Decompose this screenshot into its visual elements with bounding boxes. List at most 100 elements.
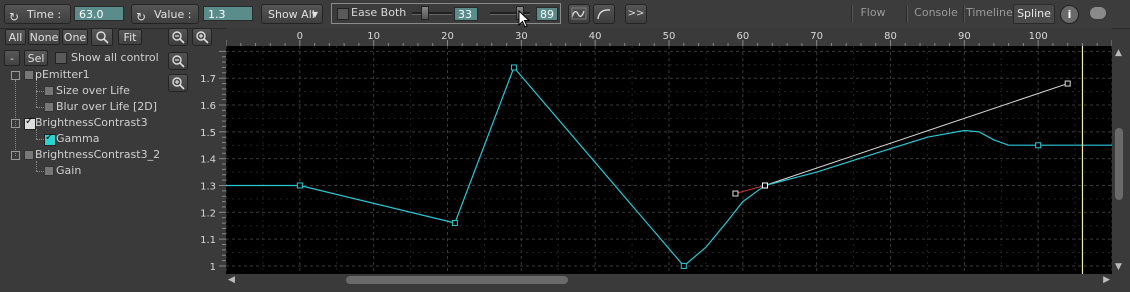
y-tick-label: 1.7: [200, 74, 216, 85]
value-field[interactable]: 1.3: [203, 6, 253, 21]
collapse-button[interactable]: -: [4, 50, 20, 66]
tree-expand-box[interactable]: [11, 71, 20, 80]
zoom-in-vertical-icon[interactable]: [168, 74, 188, 92]
zoom-in-icon[interactable]: [192, 28, 212, 46]
x-tick-label: 0: [297, 31, 303, 42]
ease-out-value[interactable]: 89: [536, 7, 558, 21]
zoom-out-icon[interactable]: [168, 28, 188, 46]
spline-graph[interactable]: [226, 46, 1112, 274]
tab-console[interactable]: Console: [913, 4, 959, 24]
tangent-handle: [1064, 80, 1071, 87]
tree-item-checkbox[interactable]: [24, 70, 34, 80]
forward-button[interactable]: >>: [625, 4, 647, 24]
tree-expand-box[interactable]: [11, 151, 20, 160]
x-tick-label: 60: [736, 31, 749, 42]
scroll-right-icon[interactable]: ▶: [1103, 275, 1110, 285]
tree-item-checkbox[interactable]: [44, 166, 54, 176]
tree-connector: [36, 91, 44, 92]
tree-item-size-over-life[interactable]: Size over Life: [56, 83, 130, 99]
vertical-scrollbar[interactable]: ▲ ▼: [1112, 46, 1126, 274]
x-tick-label: 10: [367, 31, 380, 42]
tab-timeline[interactable]: Timeline: [966, 4, 1013, 24]
time-button[interactable]: ↻ Time :: [4, 4, 71, 24]
chat-bubble-icon[interactable]: [1090, 7, 1106, 19]
x-tick-label: 50: [663, 31, 676, 42]
toolbar: ↻ Time : 63.0 ↻ Value : 1.3 Show All ▼ E…: [0, 0, 1130, 29]
tree-expand-box[interactable]: [11, 119, 20, 128]
y-tick-label: 1.3: [200, 181, 216, 192]
all-button[interactable]: All: [5, 29, 26, 45]
refresh-icon: ↻: [136, 10, 147, 24]
show-all-label: Show All: [268, 8, 315, 21]
chevron-down-icon: ▼: [311, 10, 318, 19]
y-tick-label: 1.6: [200, 101, 216, 112]
show-all-dropdown[interactable]: Show All ▼: [261, 4, 323, 24]
value-label: Value :: [154, 8, 192, 21]
tree-item-checkbox[interactable]: [24, 150, 34, 160]
time-field[interactable]: 63.0: [74, 6, 124, 21]
tab-separator: [906, 5, 908, 23]
ease-in-slider-track[interactable]: [412, 12, 452, 15]
x-tick-label: 40: [589, 31, 602, 42]
horizontal-scrollbar[interactable]: ◀ ▶: [226, 274, 1112, 286]
y-tick-label: 1: [210, 262, 216, 273]
tree-item-checkbox[interactable]: [44, 102, 54, 112]
selected-keyframe: [761, 182, 768, 189]
mouse-cursor-icon: [518, 10, 531, 28]
y-tick-label: 1.1: [200, 235, 216, 246]
refresh-icon: ↻: [9, 10, 20, 24]
y-tick-label: 1.2: [200, 208, 216, 219]
tab-spline[interactable]: Spline: [1013, 4, 1055, 24]
tree-item-brightnesscontrast3[interactable]: BrightnessContrast3: [35, 115, 148, 131]
x-tick-label: 30: [515, 31, 528, 42]
tangent-handle: [732, 190, 739, 197]
ease-in-value[interactable]: 33: [454, 7, 478, 21]
tree-item-gain[interactable]: Gain: [56, 163, 81, 179]
one-button[interactable]: One: [62, 29, 88, 45]
tree-connector: [15, 80, 16, 156]
y-axis-ruler: 1 1.1 1.2 1.3 1.4 1.5 1.6 1.7: [188, 46, 226, 274]
x-axis-ruler: 0 10 20 30 40 50 60 70 80 90 100: [226, 28, 1112, 46]
tree-item-brightnesscontrast3-2[interactable]: BrightnessContrast3_2: [35, 147, 160, 163]
keyframe-point: [680, 262, 687, 269]
tree-connector: [36, 80, 37, 107]
wave-tool-icon[interactable]: [568, 4, 590, 24]
tab-flow[interactable]: Flow: [856, 4, 890, 24]
x-tick-label: 90: [958, 31, 971, 42]
fit-button[interactable]: Fit: [118, 29, 142, 45]
tree-item-gamma[interactable]: Gamma: [56, 131, 99, 147]
keyframe-point: [510, 64, 517, 71]
tab-separator: [851, 5, 853, 23]
curve-tool-icon[interactable]: [593, 4, 615, 24]
x-tick-label: 100: [1029, 31, 1048, 42]
sel-button[interactable]: Sel: [24, 50, 48, 66]
keyframe-point: [1035, 142, 1042, 149]
info-icon[interactable]: i: [1060, 5, 1079, 24]
keyframe-point: [451, 220, 458, 227]
keyframe-point: [296, 182, 303, 189]
zoom-out-vertical-icon[interactable]: [168, 52, 188, 70]
tree-item-blur-over-life[interactable]: Blur over Life [2D]: [56, 99, 157, 115]
show-all-control-checkbox[interactable]: [55, 52, 67, 64]
scroll-left-icon[interactable]: ◀: [228, 275, 235, 285]
scroll-down-icon[interactable]: ▼: [1115, 262, 1122, 272]
tree-item-checkbox[interactable]: [44, 86, 54, 96]
value-button[interactable]: ↻ Value :: [131, 4, 199, 24]
zoom-fit-icon[interactable]: [91, 28, 113, 46]
vertical-scrollbar-thumb[interactable]: [1115, 128, 1123, 200]
tree-connector: [36, 171, 44, 172]
x-tick-label: 80: [884, 31, 897, 42]
none-button[interactable]: None: [28, 29, 60, 45]
tab-separator: [963, 5, 965, 23]
tree-item-checkbox-checked[interactable]: [44, 132, 56, 146]
show-all-control-label: Show all control: [71, 51, 159, 64]
ease-both-label: Ease Both: [351, 6, 407, 19]
y-tick-label: 1.5: [200, 128, 216, 139]
scroll-up-icon[interactable]: ▲: [1115, 48, 1122, 58]
tree-item-pemitter1[interactable]: pEmitter1: [35, 67, 90, 83]
ease-in-slider-knob[interactable]: [421, 6, 429, 20]
ease-both-checkbox[interactable]: [337, 8, 349, 20]
horizontal-scrollbar-thumb[interactable]: [346, 276, 568, 284]
y-tick-label: 1.4: [200, 155, 216, 166]
tree-connector: [36, 107, 44, 108]
